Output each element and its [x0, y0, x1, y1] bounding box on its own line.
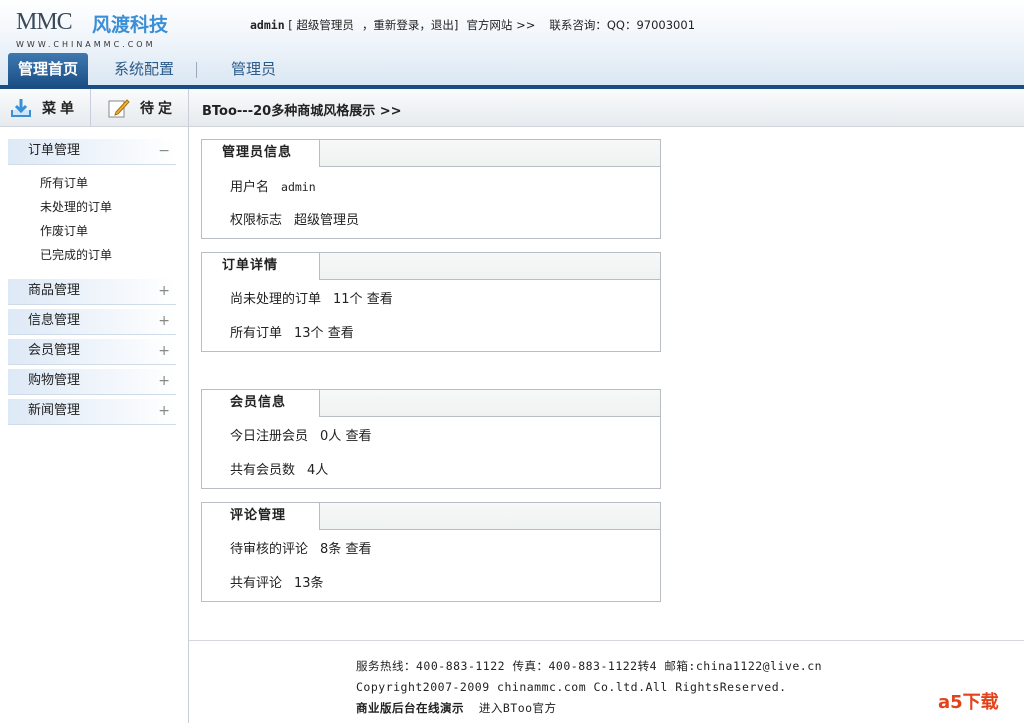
- sidebar-item-void-orders[interactable]: 作废订单: [0, 219, 188, 243]
- logo: MMC: [16, 9, 73, 35]
- info-row: 所有订单 13个 查看: [230, 326, 354, 341]
- footer-copyright: Copyright2007-2009 chinammc.com Co.ltd.A…: [356, 680, 787, 694]
- toolbar: 菜单 待定 BToo---20多种商城风格展示 >>: [0, 89, 1024, 127]
- sidebar-group-info[interactable]: 信息管理 +: [8, 309, 176, 335]
- sidebar-group-news[interactable]: 新闻管理 +: [8, 399, 176, 425]
- tab-system-config[interactable]: 系统配置: [104, 53, 184, 86]
- panel-title: 订单详情: [202, 253, 320, 280]
- sidebar-item-unprocessed-orders[interactable]: 未处理的订单: [0, 195, 188, 219]
- top-info: admin [ 超级管理员 ，重新登录，退出] 官方网站 >> 联系咨询：QQ：970…: [250, 17, 703, 33]
- relogin-link[interactable]: ，重新登录: [362, 18, 420, 32]
- tab-divider: [196, 62, 198, 78]
- collapse-icon[interactable]: −: [158, 139, 170, 163]
- contact: 联系咨询：QQ：97003001: [549, 18, 696, 32]
- official-site-link[interactable]: 官方网站 >>: [466, 18, 535, 32]
- sidebar-group-shopping[interactable]: 购物管理 +: [8, 369, 176, 395]
- expand-icon[interactable]: +: [158, 369, 170, 393]
- enter-btoo-link[interactable]: 进入BToo官方: [479, 701, 557, 715]
- sidebar-group-members[interactable]: 会员管理 +: [8, 339, 176, 365]
- expand-icon[interactable]: +: [158, 339, 170, 363]
- download-arrow-icon: [10, 98, 32, 118]
- footer-divider: [189, 640, 1024, 641]
- username: admin: [250, 18, 285, 32]
- sidebar-item-all-orders[interactable]: 所有订单: [0, 171, 188, 195]
- comment-panel: 评论管理 待审核的评论 8条 查看 共有评论 13条: [201, 502, 661, 602]
- order-detail-panel: 订单详情 尚未处理的订单 11个 查看 所有订单 13个 查看: [201, 252, 661, 352]
- panel-title: 管理员信息: [202, 140, 320, 167]
- panel-title: 会员信息: [202, 390, 320, 417]
- footer-contact: 服务热线：400-883-1122 传真：400-883-1122转4 邮箱:c…: [356, 659, 823, 673]
- info-row: 用户名 admin: [230, 180, 316, 195]
- view-link[interactable]: 查看: [328, 326, 354, 341]
- info-row: 今日注册会员 0人 查看: [230, 429, 372, 444]
- logo-cn: 风渡科技: [92, 14, 169, 36]
- demo-link[interactable]: 商业版后台在线演示: [356, 701, 464, 715]
- watermark-logo: a5下载: [938, 692, 999, 713]
- tab-admin[interactable]: 管理员: [221, 53, 286, 86]
- view-link[interactable]: 查看: [345, 542, 371, 557]
- sidebar-group-orders[interactable]: 订单管理 −: [8, 139, 176, 165]
- sidebar: 订单管理 − 所有订单 未处理的订单 作废订单 已完成的订单 商品管理 + 信息管理…: [0, 127, 189, 723]
- sidebar-group-products[interactable]: 商品管理 +: [8, 279, 176, 305]
- info-row: 共有评论 13条: [230, 576, 324, 591]
- role: [ 超级管理员: [288, 18, 354, 32]
- member-info-panel: 会员信息 今日注册会员 0人 查看 共有会员数 4人: [201, 389, 661, 489]
- expand-icon[interactable]: +: [158, 309, 170, 333]
- logout-link[interactable]: ，退出]: [419, 18, 458, 32]
- panel-title: 评论管理: [202, 503, 320, 530]
- header: MMC 风渡科技 WWW.CHINAMMC.COM admin [ 超级管理员 ，…: [0, 0, 1024, 88]
- info-row: 待审核的评论 8条 查看: [230, 542, 372, 557]
- menu-button[interactable]: 菜单: [0, 89, 91, 127]
- info-row: 共有会员数 4人: [230, 463, 329, 478]
- expand-icon[interactable]: +: [158, 399, 170, 423]
- admin-info-panel: 管理员信息 用户名 admin 权限标志 超级管理员: [201, 139, 661, 239]
- edit-note-icon: [108, 98, 130, 118]
- main-tabs: 管理首页 系统配置 管理员: [8, 53, 286, 86]
- view-link[interactable]: 查看: [367, 292, 393, 307]
- footer: 服务热线：400-883-1122 传真：400-883-1122转4 邮箱:c…: [356, 656, 822, 719]
- tab-home[interactable]: 管理首页: [8, 53, 89, 86]
- info-row: 尚未处理的订单 11个 查看: [230, 292, 393, 307]
- view-link[interactable]: 查看: [345, 429, 371, 444]
- promo-link[interactable]: BToo---20多种商城风格展示 >>: [202, 100, 402, 119]
- info-row: 权限标志 超级管理员: [230, 213, 360, 228]
- expand-icon[interactable]: +: [158, 279, 170, 303]
- logo-url: WWW.CHINAMMC.COM: [16, 40, 156, 49]
- pending-button[interactable]: 待定: [91, 89, 189, 127]
- sidebar-item-completed-orders[interactable]: 已完成的订单: [0, 243, 188, 267]
